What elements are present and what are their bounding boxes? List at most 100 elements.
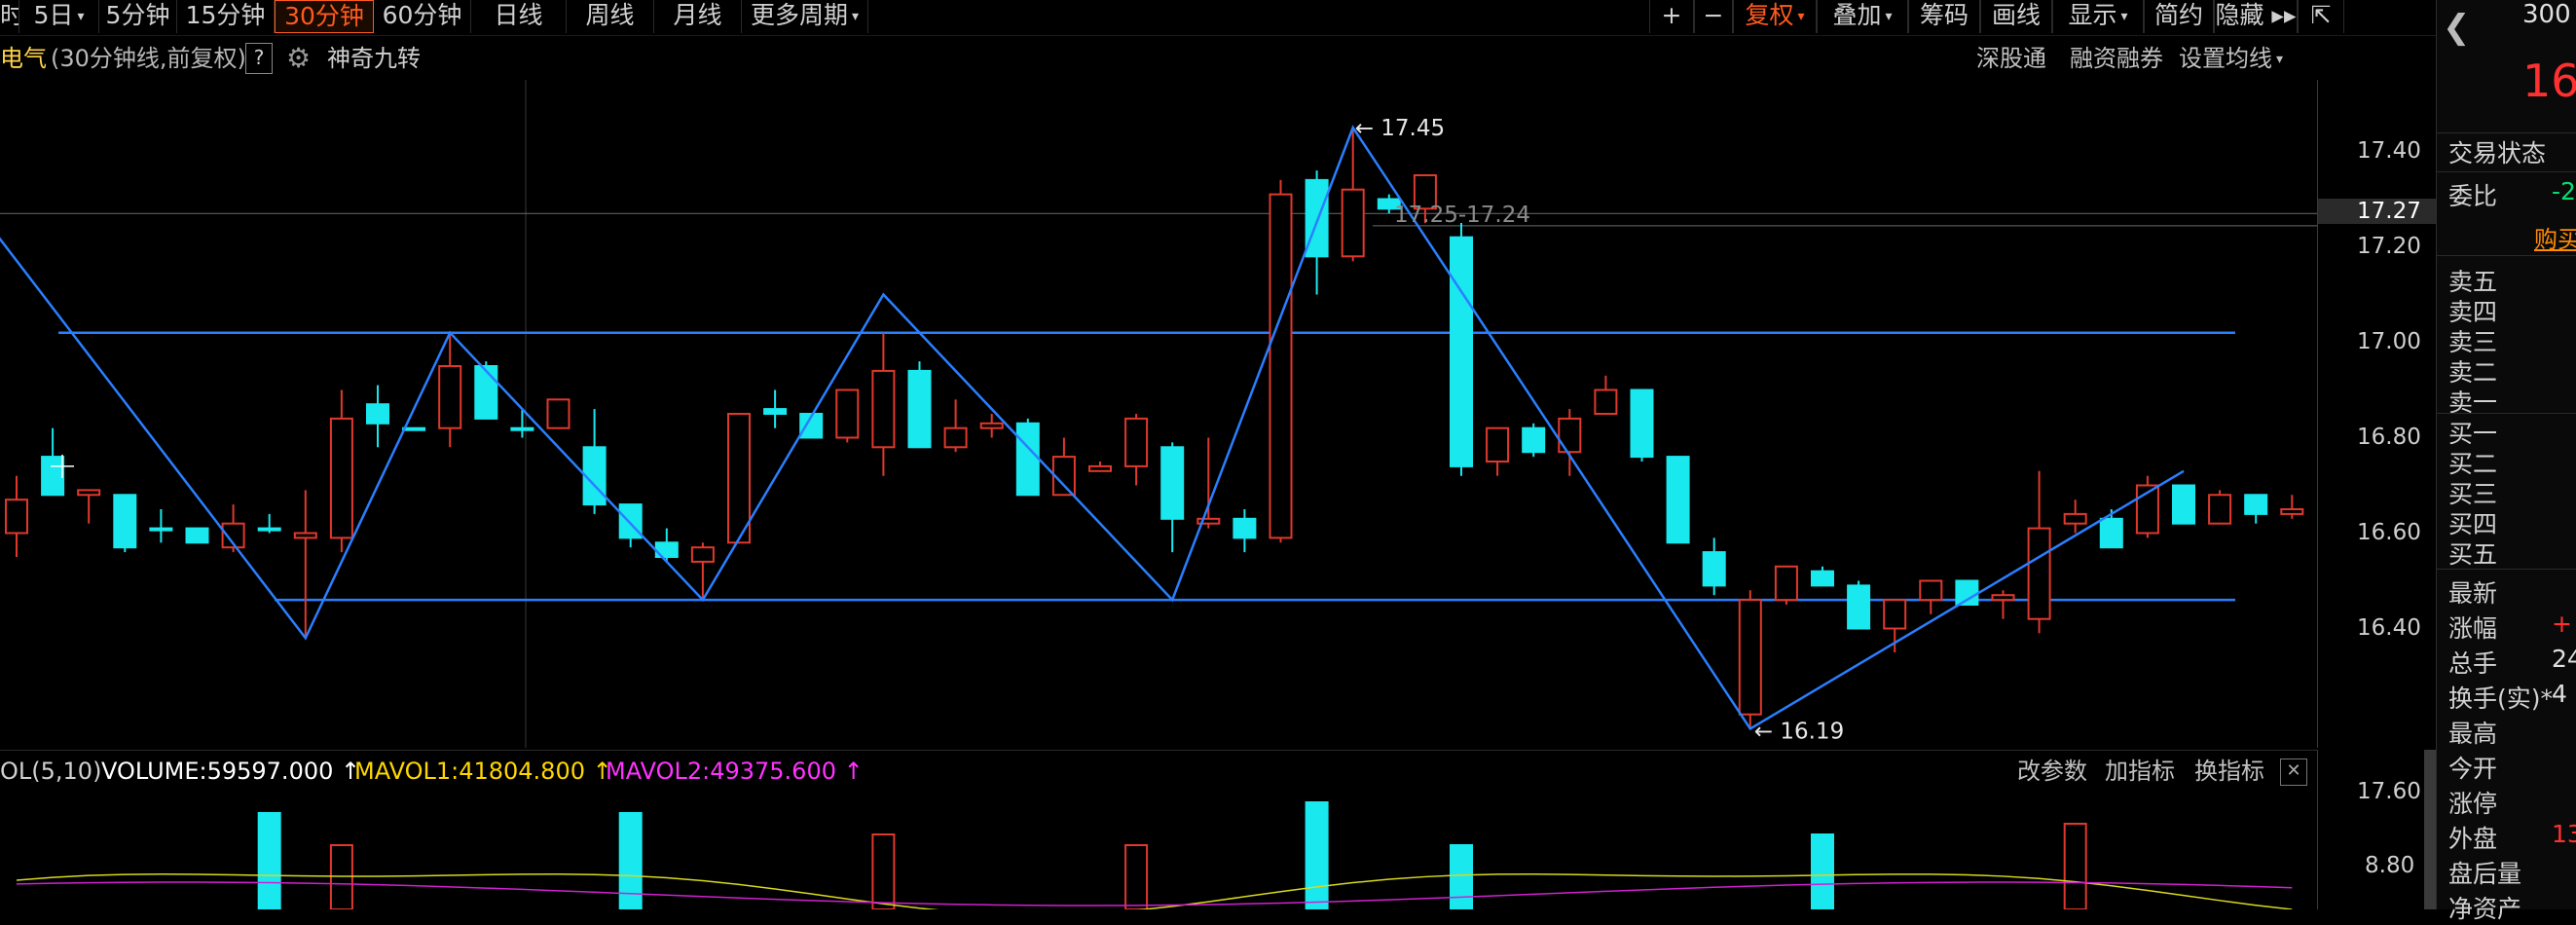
change-params-link[interactable]: 改参数 — [2017, 751, 2087, 792]
candle-down — [1811, 570, 1834, 587]
candle-up — [2208, 494, 2232, 525]
candle-up — [5, 499, 28, 535]
add-indicator-link[interactable]: 加指标 — [2105, 751, 2175, 792]
toolbar-button-6[interactable]: 显示 ▾ — [2052, 0, 2144, 33]
close-icon[interactable]: ✕ — [2280, 758, 2307, 786]
volume-axis-label-top: 17.60 — [2357, 779, 2421, 804]
ma-settings-button[interactable]: 设置均线 ▾ — [2179, 37, 2283, 84]
collapse-arrow-icon[interactable]: ❮ — [2443, 8, 2471, 47]
stat-value: 13 — [2552, 820, 2576, 848]
candle-up — [546, 398, 570, 429]
period-tab-label: 更多周期 — [750, 1, 848, 29]
period-tab-label: 月线 — [673, 1, 722, 29]
mavol1-line — [16, 873, 2293, 909]
period-tab-0[interactable]: 时 — [0, 0, 19, 33]
toolbar-button-3[interactable]: 叠加 ▾ — [1817, 0, 1908, 33]
chevron-down-icon: ▾ — [851, 9, 860, 24]
period-tab-6[interactable]: 日线 — [471, 0, 567, 33]
toolbar-button-1[interactable]: − — [1694, 0, 1733, 33]
divider — [2437, 171, 2576, 172]
stat-value: 4 — [2552, 680, 2567, 708]
candle-down — [366, 403, 389, 425]
candle-down — [2099, 517, 2123, 549]
period-tab-2[interactable]: 5分钟 — [99, 0, 177, 33]
candle-down — [41, 456, 65, 497]
volume-bar — [1450, 844, 1473, 909]
period-tab-4[interactable]: 30分钟 — [275, 0, 374, 33]
mavol2-value: MAVOL2:49375.600 ↑ — [606, 758, 864, 785]
toolbar-button-5[interactable]: 画线 — [1980, 0, 2052, 33]
chevron-down-icon: ▾ — [77, 9, 85, 24]
ma-settings-label: 设置均线 — [2179, 45, 2272, 72]
toolbar-button-2[interactable]: 复权 ▾ — [1733, 0, 1817, 33]
period-tab-9[interactable]: 更多周期 ▾ — [742, 0, 868, 33]
candle-up — [1486, 426, 1510, 463]
price-axis-label: 16.80 — [2357, 424, 2421, 450]
candle-up — [690, 546, 715, 563]
help-icon[interactable]: ? — [245, 43, 273, 74]
price-axis-label: 17.20 — [2357, 233, 2421, 259]
period-tab-label: 5分钟 — [105, 1, 170, 29]
volume-bar — [257, 812, 281, 909]
divider — [2437, 132, 2576, 133]
volume-axis: 17.60 8.80 — [2317, 750, 2437, 909]
candle-up — [1269, 193, 1293, 539]
candle-up — [2027, 527, 2051, 620]
weibi-label: 委比 — [2448, 182, 2498, 210]
period-tab-1[interactable]: 5日 ▾ — [19, 0, 99, 33]
candle-down — [1450, 236, 1473, 467]
toolbar-button-8[interactable]: 隐藏 ▸▸ — [2214, 0, 2298, 33]
period-tab-label: 15分钟 — [185, 1, 266, 29]
candle-up — [293, 532, 317, 539]
candle-up — [871, 369, 896, 449]
stock-name[interactable]: 电气 — [0, 37, 47, 80]
candle-down — [907, 369, 932, 449]
toolbar-button-label: − — [1703, 1, 1724, 29]
candle-down — [1666, 456, 1690, 544]
candle-down — [2172, 484, 2195, 525]
toolbar-button-0[interactable]: + — [1649, 0, 1694, 33]
settings-gear-icon[interactable]: ⚙ — [286, 37, 311, 80]
stat-label: 涨停 — [2448, 790, 2498, 818]
indicator-shenqi-jiuzhuan[interactable]: 神奇九转 — [327, 37, 421, 80]
candle-up — [77, 489, 101, 497]
volume-indicator-name[interactable]: OL(5,10) — [0, 751, 101, 792]
period-tab-5[interactable]: 60分钟 — [374, 0, 471, 33]
candle-down — [149, 527, 173, 532]
price-axis: 17.40 17.20 17.00 16.80 16.60 16.40 17.27 — [2317, 80, 2437, 748]
candle-up — [1991, 594, 2015, 602]
candle-up — [2280, 508, 2304, 515]
toolbar-button-4[interactable]: 筹码 — [1908, 0, 1980, 33]
stat-label: 最高 — [2448, 720, 2498, 748]
period-tab-3[interactable]: 15分钟 — [177, 0, 275, 33]
link-shengutong[interactable]: 深股通 — [1976, 37, 2046, 80]
toolbar-button-9[interactable]: ⇱ — [2298, 0, 2344, 33]
candle-down — [2244, 494, 2268, 515]
panel-resize-handle[interactable] — [2424, 750, 2436, 909]
candle-up — [1341, 188, 1365, 258]
volume-bar — [2063, 823, 2087, 909]
period-tab-7[interactable]: 周线 — [567, 0, 654, 33]
period-tab-8[interactable]: 月线 — [654, 0, 742, 33]
candle-up — [979, 422, 1004, 429]
switch-indicator-link[interactable]: 换指标 — [2194, 751, 2264, 792]
candlestick-chart[interactable]: ← 17.45 ← 16.19 17.25-17.24 — [0, 80, 2317, 748]
stock-code: 300 — [2522, 0, 2571, 29]
volume-bar — [1124, 844, 1149, 909]
stat-label: 总手 — [2448, 649, 2498, 678]
zigzag-line[interactable] — [0, 125, 2185, 731]
candle-up — [1088, 464, 1112, 472]
quote-sidebar: ❮ 300 16 交易状态 委比 -2 购买 卖五 卖四 卖三 卖二 卖一 买一 买二 买三… — [2436, 0, 2576, 923]
price-axis-label: 17.40 — [2357, 137, 2421, 164]
stat-value: 24 — [2552, 645, 2576, 673]
link-margin-trading[interactable]: 融资融券 — [2070, 37, 2163, 80]
volume-bar — [1305, 801, 1329, 909]
chart-info-bar: 电气 (30分钟线,前复权) ? ⚙ 神奇九转 深股通 融资融券 设置均线 ▾ — [0, 37, 2317, 80]
stat-label: 今开 — [2448, 755, 2498, 783]
toolbar-button-7[interactable]: 简约 — [2144, 0, 2214, 33]
candle-up — [727, 413, 751, 544]
volume-bar — [618, 812, 643, 909]
buy-button[interactable]: 购买 — [2534, 220, 2576, 254]
candle-down — [474, 365, 498, 420]
candle-up — [1738, 599, 1762, 716]
